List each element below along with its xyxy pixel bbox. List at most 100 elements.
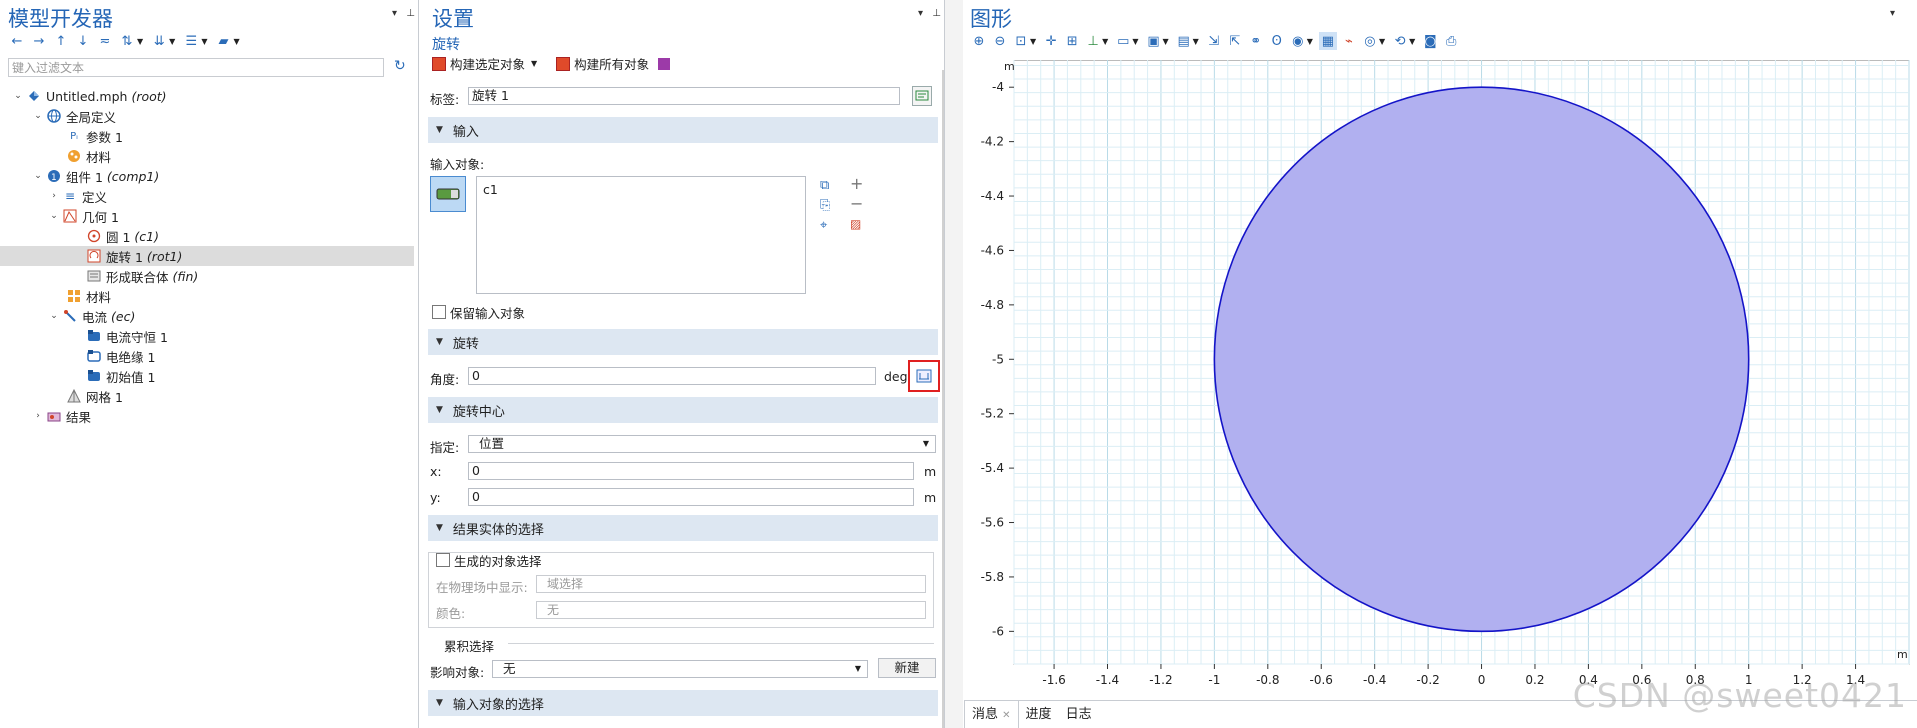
collapse-icon[interactable]: ⇅ xyxy=(118,32,136,50)
label-field[interactable]: 旋转 1 xyxy=(468,87,900,105)
section-input-selection[interactable]: ▼ 输入对象的选择 xyxy=(428,690,938,716)
show-icon[interactable]: ≂ xyxy=(96,32,114,50)
build-all-button[interactable]: 构建所有对象 xyxy=(574,54,649,73)
hide-icon[interactable]: ʘ xyxy=(1268,32,1286,50)
keep-input-checkbox[interactable] xyxy=(432,305,446,319)
filter-input[interactable]: 键入过滤文本 xyxy=(8,58,384,77)
label-edit-icon[interactable] xyxy=(912,86,932,106)
paste-icon[interactable]: ⎘ xyxy=(820,196,830,216)
grid-icon[interactable]: ▦ xyxy=(1318,32,1337,50)
tree-item-global-definitions[interactable]: ⌄ 全局定义 xyxy=(0,106,414,126)
move-down-icon[interactable]: ↓ xyxy=(74,32,92,50)
camera-icon[interactable]: ◙ xyxy=(1421,32,1439,50)
scene-light-icon[interactable]: ⌁ xyxy=(1340,32,1358,50)
select-mode-icon[interactable]: ▤ xyxy=(1175,32,1193,50)
tree-item-mesh[interactable]: 网格 1 xyxy=(0,386,414,406)
section-rotation-center[interactable]: ▼ 旋转中心 xyxy=(428,397,938,423)
remove-icon[interactable]: − xyxy=(850,194,863,214)
chevron-down-icon[interactable]: ▼ xyxy=(855,661,861,677)
tree-item-electric-insulation[interactable]: 电绝缘 1 xyxy=(0,346,414,366)
section-rotation[interactable]: ▼ 旋转 xyxy=(428,329,938,355)
forward-arrow-icon[interactable]: → xyxy=(30,32,48,50)
close-icon[interactable]: ✕ xyxy=(1002,710,1010,721)
range-icon[interactable] xyxy=(908,360,940,392)
tree-item-rotate[interactable]: 旋转 1 (rot1) xyxy=(0,246,414,266)
splitter[interactable] xyxy=(945,0,963,728)
collapse-triangle-icon[interactable]: ▼ xyxy=(436,125,443,135)
back-arrow-icon[interactable]: ← xyxy=(8,32,26,50)
delete-sequence-icon[interactable] xyxy=(658,57,671,70)
chevron-down-icon[interactable]: ⌄ xyxy=(12,91,24,101)
expand-icon[interactable]: ⇊ xyxy=(150,32,168,50)
contribute-select[interactable]: 无 ▼ xyxy=(492,660,868,678)
tree-item-materials-component[interactable]: 材料 xyxy=(0,286,414,306)
tree-item-current-conservation[interactable]: 电流守恒 1 xyxy=(0,326,414,346)
collapse-triangle-icon[interactable]: ▼ xyxy=(436,523,443,533)
add-icon[interactable]: + xyxy=(850,174,863,194)
axes-icon[interactable]: ⊥ xyxy=(1084,32,1102,50)
reset-view-icon[interactable]: ⟲ xyxy=(1391,32,1409,50)
specify-select[interactable]: 位置 ▼ xyxy=(468,435,936,453)
chevron-down-icon[interactable]: ⌄ xyxy=(32,171,44,181)
geometry-plot[interactable]: -1.6 -1.4 -1.2 -1 -0.8 -0.6 -0.4 -0.2 0 0.2 0.4 0.6… xyxy=(964,60,1917,712)
tree-item-definitions[interactable]: › ≡ 定义 xyxy=(0,186,414,206)
chevron-down-icon[interactable]: ▼ xyxy=(923,436,929,452)
chevron-down-icon[interactable]: ⌄ xyxy=(32,111,44,121)
zoom-box-icon[interactable]: ⊡ xyxy=(1012,32,1030,50)
collapse-triangle-icon[interactable]: ▼ xyxy=(436,405,443,415)
transparency-icon[interactable]: ◎ xyxy=(1361,32,1379,50)
select-icon[interactable]: ⇲ xyxy=(1205,32,1223,50)
move-up-icon[interactable]: ↑ xyxy=(52,32,70,50)
x-field[interactable]: 0 xyxy=(468,462,914,480)
tree-item-electric-currents[interactable]: ⌄ 电流 (ec) xyxy=(0,306,414,326)
tree-item-initial-values[interactable]: 初始值 1 xyxy=(0,366,414,386)
panel-menu-pin-icon[interactable]: ▾ xyxy=(1890,8,1898,19)
print-icon[interactable]: ⎙ xyxy=(1442,32,1460,50)
chevron-down-icon[interactable]: ⌄ xyxy=(48,311,60,321)
section-result-selection[interactable]: ▼ 结果实体的选择 xyxy=(428,515,938,541)
build-selected-button[interactable]: 构建选定对象 xyxy=(450,54,525,73)
visibility-icon[interactable]: ◉ xyxy=(1289,32,1307,50)
color-select[interactable]: 无 xyxy=(536,601,926,619)
zoom-in-icon[interactable]: ⊕ xyxy=(970,32,988,50)
chevron-down-icon[interactable]: ⌄ xyxy=(48,211,60,221)
y-field[interactable]: 0 xyxy=(468,488,914,506)
active-selection-toggle-icon[interactable] xyxy=(430,176,466,212)
tree-item-component[interactable]: ⌄ 1 组件 1 (comp1) xyxy=(0,166,414,186)
zoom-selection-icon[interactable]: ⊞ xyxy=(1063,32,1081,50)
section-input[interactable]: ▼ 输入 xyxy=(428,117,938,143)
collapse-triangle-icon[interactable]: ▼ xyxy=(436,337,443,347)
tree-item-results[interactable]: › 结果 xyxy=(0,406,414,426)
panel-menu-pin-icon[interactable]: ▾ ⊥ xyxy=(918,8,944,19)
refresh-icon[interactable]: ↻ xyxy=(394,58,406,74)
chevron-right-icon[interactable]: › xyxy=(32,411,44,421)
scrollbar[interactable] xyxy=(942,70,944,728)
chevron-right-icon[interactable]: › xyxy=(48,191,60,201)
tree-item-parameters[interactable]: Pᵢ 参数 1 xyxy=(0,126,414,146)
list-icon[interactable]: ☰ xyxy=(182,32,200,50)
zoom-extents-icon[interactable]: ✛ xyxy=(1042,32,1060,50)
highlight-icon[interactable]: ▰ xyxy=(214,32,232,50)
build-selected-dropdown-icon[interactable]: ▼ xyxy=(531,59,537,68)
tab-messages[interactable]: 消息 ✕ xyxy=(964,701,1019,728)
clear-selection-icon[interactable]: ▨ xyxy=(850,214,863,234)
new-button[interactable]: 新建 xyxy=(878,658,936,678)
input-objects-list[interactable]: c1 xyxy=(476,176,806,294)
tree-item-circle[interactable]: 圆 1 (c1) xyxy=(0,226,414,246)
list-item[interactable]: c1 xyxy=(477,177,805,202)
generate-selection-checkbox[interactable] xyxy=(436,553,450,567)
copy-icon[interactable]: ⧉ xyxy=(820,176,830,196)
link-icon[interactable]: ⚭ xyxy=(1247,32,1265,50)
panel-menu-pin-icon[interactable]: ▾ ⊥ xyxy=(392,8,418,19)
deselect-icon[interactable]: ⇱ xyxy=(1226,32,1244,50)
show-in-physics-select[interactable]: 域选择 xyxy=(536,575,926,593)
tree-item-geometry[interactable]: ⌄ 几何 1 xyxy=(0,206,414,226)
tab-log[interactable]: 日志 xyxy=(1059,701,1099,728)
tree-item-root[interactable]: ⌄ Untitled.mph (root) xyxy=(0,86,414,106)
zoom-out-icon[interactable]: ⊖ xyxy=(991,32,1009,50)
tree-item-form-union[interactable]: 形成联合体 (fin) xyxy=(0,266,414,286)
view-icon[interactable]: ▭ xyxy=(1114,32,1132,50)
zoom-to-selection-icon[interactable]: ⌖ xyxy=(820,216,830,236)
collapse-triangle-icon[interactable]: ▼ xyxy=(436,698,443,708)
tab-progress[interactable]: 进度 xyxy=(1019,701,1059,728)
